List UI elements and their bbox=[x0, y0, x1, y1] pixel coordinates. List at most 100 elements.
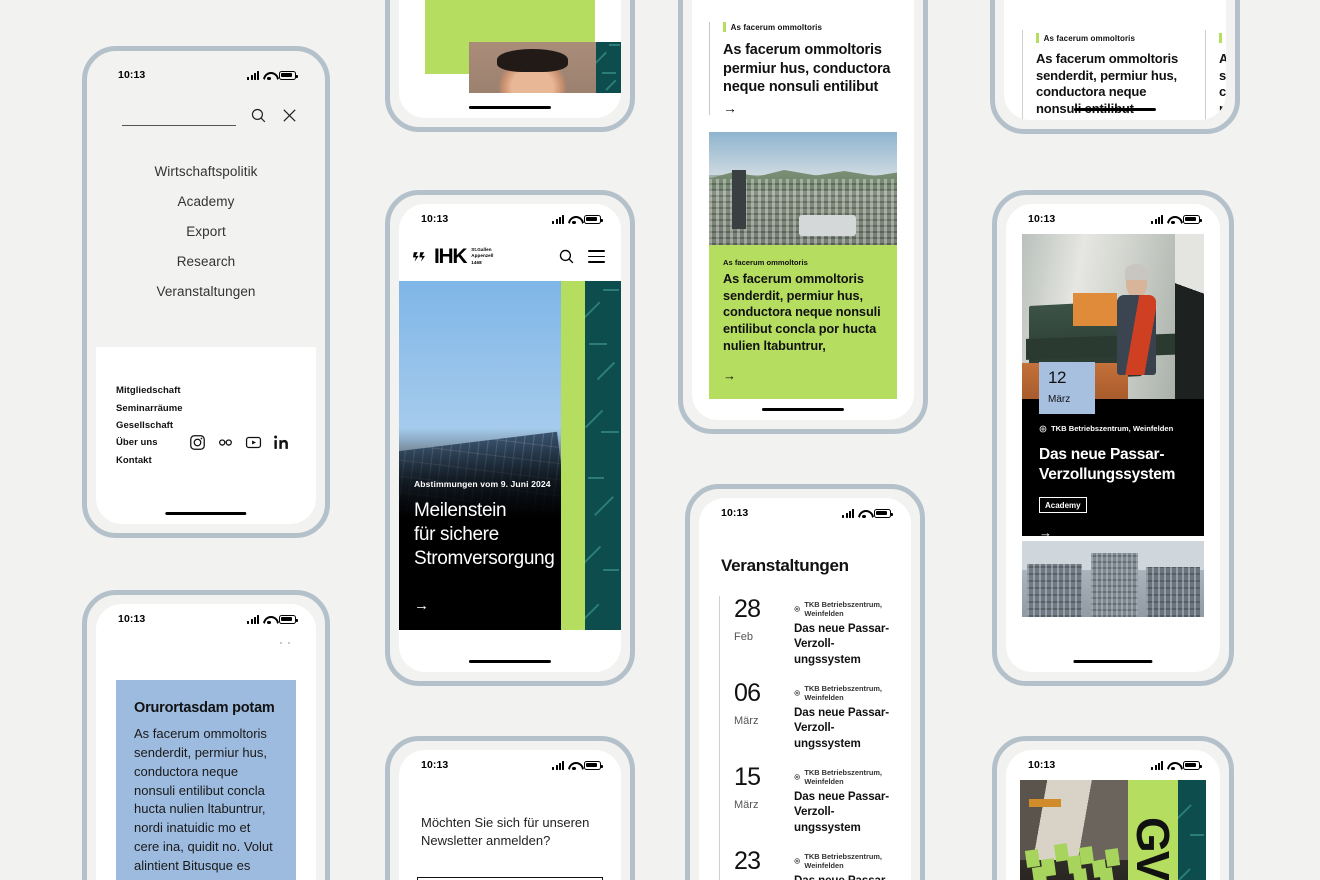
footer-link-seminarraeume[interactable]: Seminarräume bbox=[116, 399, 183, 416]
notch bbox=[467, 204, 553, 219]
linkedin-icon[interactable] bbox=[273, 434, 290, 451]
battery-icon bbox=[874, 508, 893, 518]
photo-tower bbox=[731, 170, 746, 229]
carousel-card-1[interactable]: As facerum ommoltoris As facerum ommolto… bbox=[1022, 30, 1205, 120]
event-list-item[interactable]: 15 März TKB Betriebszentrum, Weinfelden … bbox=[719, 764, 911, 848]
city-photo bbox=[709, 131, 897, 245]
carousel-card-kicker: As facerum ommoltoris bbox=[1219, 33, 1226, 43]
footer-link-gesellschaft[interactable]: Gesellschaft bbox=[116, 417, 183, 434]
event-date-badge: 12 März bbox=[1039, 362, 1095, 414]
status-icons bbox=[552, 760, 603, 770]
carousel-card-headline: As facerum ommoltoris senderdit, permiur… bbox=[1219, 51, 1226, 116]
instagram-icon[interactable] bbox=[189, 434, 206, 451]
card-carousel[interactable]: As facerum ommoltoris As facerum ommolto… bbox=[1004, 30, 1226, 120]
status-icons bbox=[552, 214, 603, 224]
gv-hero[interactable]: GV2 bbox=[1020, 780, 1206, 880]
hamburger-menu-icon[interactable] bbox=[588, 249, 605, 264]
green-feature-card[interactable]: As facerum ommoltoris As facerum ommolto… bbox=[709, 244, 897, 400]
youtube-icon[interactable] bbox=[245, 434, 262, 451]
news-card-kicker: As facerum ommoltoris bbox=[723, 22, 897, 32]
worker-figure bbox=[1117, 264, 1157, 396]
phone-newsletter: 10:13 Möchten Sie sich für unseren Newsl… bbox=[385, 736, 635, 880]
search-input[interactable] bbox=[122, 104, 236, 126]
carousel-card-2[interactable]: As facerum ommoltoris As facerum ommolto… bbox=[1205, 30, 1226, 120]
events-list: 28 Feb TKB Betriebszentrum, Weinfelden D… bbox=[699, 576, 911, 880]
green-card-arrow-icon[interactable]: → bbox=[723, 368, 883, 383]
hero-arrow-icon[interactable]: → bbox=[414, 597, 551, 614]
ihk-logo[interactable]: IHK St.Gallen Appenzell 1468 bbox=[413, 246, 493, 267]
event-list-item[interactable]: 06 März TKB Betriebszentrum, Weinfelden … bbox=[719, 680, 911, 764]
event-title: Das neue Passar- Verzollungssystem bbox=[1039, 446, 1176, 483]
close-icon[interactable] bbox=[281, 107, 298, 124]
cellular-signal-icon bbox=[842, 508, 854, 518]
nav-item-academy[interactable]: Academy bbox=[96, 186, 316, 216]
notch bbox=[164, 60, 248, 75]
event-body: TKB Betriebszentrum, Weinfelden Das neue… bbox=[794, 764, 899, 848]
news-card-arrow-icon[interactable]: → bbox=[723, 101, 897, 115]
footer-link-ueber-uns[interactable]: Über uns bbox=[116, 434, 183, 451]
event-month: März bbox=[734, 799, 759, 812]
phone-gv-screen: 10:13 GV2 bbox=[1006, 750, 1220, 880]
wifi-icon bbox=[263, 71, 275, 80]
logo-subtitle: St.Gallen Appenzell 1468 bbox=[471, 246, 494, 265]
nav-item-wirtschaftspolitik[interactable]: Wirtschaftspolitik bbox=[96, 156, 316, 186]
event-day: 23 bbox=[734, 847, 761, 875]
event-day: 06 bbox=[734, 679, 761, 707]
wifi-icon bbox=[263, 615, 275, 624]
event-date: 15 März bbox=[734, 764, 780, 848]
building-3 bbox=[1145, 566, 1201, 617]
header-tools bbox=[558, 248, 605, 265]
menu-footer: Mitgliedschaft Seminarräume Gesellschaft… bbox=[96, 347, 316, 524]
wifi-icon bbox=[1167, 761, 1179, 770]
carousel-card-kicker: As facerum ommoltoris bbox=[1036, 33, 1189, 43]
status-icons bbox=[1151, 214, 1202, 224]
status-time: 10:13 bbox=[721, 507, 749, 519]
event-location: TKB Betriebszentrum, Weinfelden bbox=[794, 684, 899, 702]
hero-text: Abstimmungen vom 9. Juni 2024 Meilenstei… bbox=[414, 479, 555, 614]
block-body-text: As facerum ommoltoris senderdit, permiur… bbox=[134, 726, 273, 873]
location-pin-icon bbox=[794, 690, 800, 696]
event-arrow-icon[interactable]: → bbox=[1039, 525, 1190, 536]
battery-icon bbox=[279, 70, 298, 80]
news-card[interactable]: As facerum ommoltoris As facerum ommolto… bbox=[709, 22, 897, 115]
event-info: TKB Betriebszentrum, Weinfelden Das neue… bbox=[1039, 424, 1190, 536]
block-title: Orurortasdam potam bbox=[134, 700, 275, 716]
building-2 bbox=[1091, 553, 1139, 617]
phone-carousel-screen: As facerum ommoltoris As facerum ommolto… bbox=[1004, 0, 1226, 120]
phone-function: Funktion bbox=[385, 0, 635, 132]
machine-shape-2 bbox=[1025, 333, 1190, 361]
status-time: 10:13 bbox=[1028, 213, 1056, 225]
search-icon[interactable] bbox=[558, 248, 575, 265]
event-hero-card[interactable]: 12 März TKB Betriebszentrum, Weinfelden … bbox=[1022, 234, 1204, 536]
event-list-item[interactable]: 28 Feb TKB Betriebszentrum, Weinfelden D… bbox=[719, 596, 911, 680]
event-list-item[interactable]: 23 TKB Betriebszentrum, Weinfelden Das n… bbox=[719, 848, 911, 880]
footer-link-mitgliedschaft[interactable]: Mitgliedschaft bbox=[116, 382, 183, 399]
event-location: TKB Betriebszentrum, Weinfelden bbox=[794, 768, 899, 786]
event-location: TKB Betriebszentrum, Weinfelden bbox=[794, 600, 899, 618]
location-pin-icon bbox=[794, 774, 800, 780]
hero-banner[interactable]: Abstimmungen vom 9. Juni 2024 Meilenstei… bbox=[399, 281, 621, 630]
logo-wordmark: IHK bbox=[434, 245, 468, 268]
phone-homepage-hero: 10:13 IHK St.Gallen Appenzell 1468 Absti… bbox=[385, 190, 635, 686]
search-icon[interactable] bbox=[250, 107, 267, 124]
screenshot-canvas: 10:13 Wirtschaftspolitik Academy Export … bbox=[0, 0, 1320, 880]
status-icons bbox=[842, 508, 893, 518]
location-pin-icon bbox=[794, 858, 800, 864]
footer-link-list: Mitgliedschaft Seminarräume Gesellschaft… bbox=[116, 382, 183, 469]
phone-menu: 10:13 Wirtschaftspolitik Academy Export … bbox=[82, 46, 330, 538]
social-links bbox=[189, 382, 296, 451]
nav-item-research[interactable]: Research bbox=[96, 246, 316, 276]
function-green-panel: Funktion bbox=[425, 0, 621, 93]
worker-torso bbox=[1117, 295, 1156, 376]
nav-item-veranstaltungen[interactable]: Veranstaltungen bbox=[96, 276, 316, 306]
cellular-signal-icon bbox=[1151, 760, 1163, 770]
event-date: 06 März bbox=[734, 680, 780, 764]
newsletter-question: Möchten Sie sich für unseren Newsletter … bbox=[421, 815, 590, 849]
flickr-icon[interactable] bbox=[217, 434, 234, 451]
wifi-icon bbox=[568, 215, 580, 224]
category-tag[interactable]: Academy bbox=[1039, 497, 1087, 514]
nav-item-export[interactable]: Export bbox=[96, 216, 316, 246]
event-day: 12 bbox=[1048, 368, 1067, 387]
phone-news-feed: As facerum ommoltoris As facerum ommolto… bbox=[678, 0, 928, 434]
footer-link-kontakt[interactable]: Kontakt bbox=[116, 452, 183, 469]
